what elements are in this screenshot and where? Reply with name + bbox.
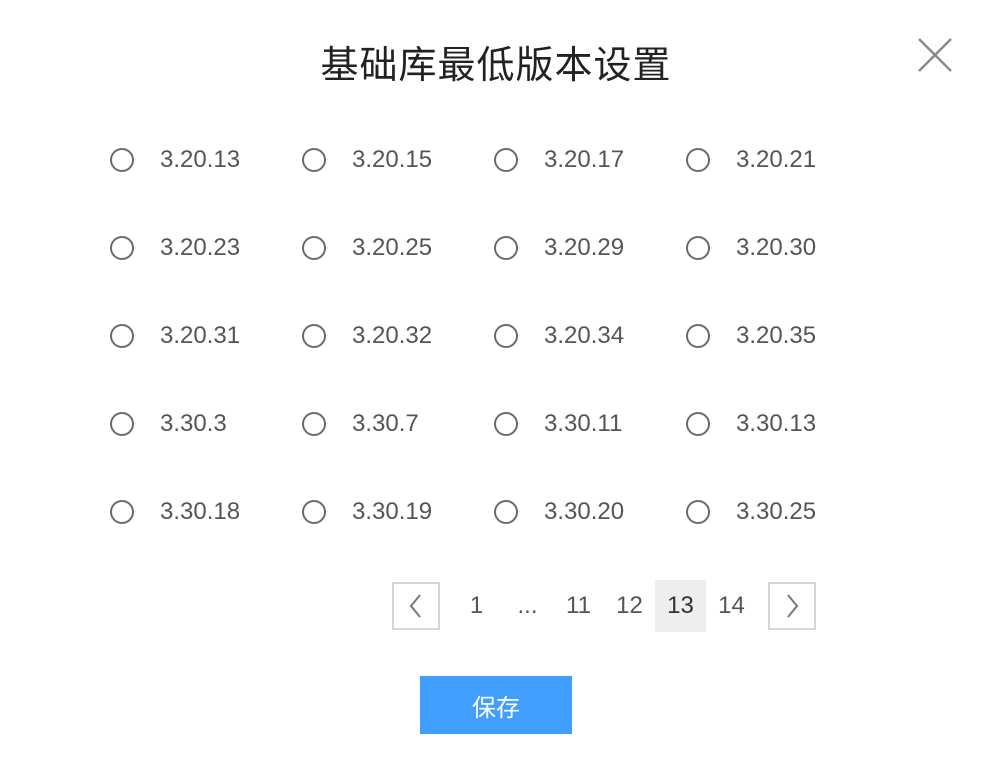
option-row: 3.30.3 3.30.7 3.30.11 3.30.13 xyxy=(110,394,910,482)
version-label: 3.30.25 xyxy=(736,498,817,525)
version-label: 3.20.23 xyxy=(160,234,241,261)
version-option[interactable]: 3.20.13 xyxy=(110,130,302,190)
prev-page-button[interactable] xyxy=(392,582,440,630)
dialog-title: 基础库最低版本设置 xyxy=(320,43,672,87)
version-label: 3.30.3 xyxy=(160,410,227,437)
version-option[interactable]: 3.30.3 xyxy=(110,394,302,454)
version-label: 3.20.30 xyxy=(736,234,817,261)
version-label: 3.20.17 xyxy=(544,146,625,173)
radio-circle[interactable] xyxy=(494,412,518,436)
radio-circle[interactable] xyxy=(686,236,710,260)
version-option[interactable]: 3.30.13 xyxy=(686,394,878,454)
version-option[interactable]: 3.20.31 xyxy=(110,306,302,366)
radio-circle[interactable] xyxy=(494,236,518,260)
option-row: 3.30.18 3.30.19 3.30.20 3.30.25 xyxy=(110,482,910,570)
version-label: 3.20.29 xyxy=(544,234,625,261)
radio-circle[interactable] xyxy=(494,500,518,524)
option-row: 3.20.23 3.20.25 3.20.29 3.20.30 xyxy=(110,218,910,306)
version-label: 3.20.25 xyxy=(352,234,433,261)
option-row: 3.20.31 3.20.32 3.20.34 3.20.35 xyxy=(110,306,910,394)
page-button-current[interactable]: 13 xyxy=(655,580,706,632)
version-label: 3.20.21 xyxy=(736,146,817,173)
version-label: 3.20.35 xyxy=(736,322,817,349)
radio-circle[interactable] xyxy=(110,324,134,348)
save-button[interactable]: 保存 xyxy=(420,676,572,734)
page-button-1[interactable]: 1 xyxy=(451,580,502,632)
version-label: 3.20.31 xyxy=(160,322,241,349)
version-label: 3.20.13 xyxy=(160,146,241,173)
page-button-11[interactable]: 11 xyxy=(553,580,604,632)
version-label: 3.30.20 xyxy=(544,498,625,525)
radio-circle[interactable] xyxy=(686,412,710,436)
version-option[interactable]: 3.20.21 xyxy=(686,130,878,190)
version-option[interactable]: 3.20.35 xyxy=(686,306,878,366)
radio-circle[interactable] xyxy=(494,148,518,172)
version-label: 3.20.32 xyxy=(352,322,433,349)
radio-circle[interactable] xyxy=(686,148,710,172)
radio-circle[interactable] xyxy=(302,412,326,436)
version-option[interactable]: 3.30.11 xyxy=(494,394,686,454)
version-option[interactable]: 3.30.20 xyxy=(494,482,686,542)
option-row: 3.20.13 3.20.15 3.20.17 3.20.21 xyxy=(110,130,910,218)
version-option[interactable]: 3.20.32 xyxy=(302,306,494,366)
page-ellipsis: ... xyxy=(517,592,538,619)
radio-circle[interactable] xyxy=(302,148,326,172)
version-option[interactable]: 3.20.34 xyxy=(494,306,686,366)
version-option[interactable]: 3.20.23 xyxy=(110,218,302,278)
version-option[interactable]: 3.20.29 xyxy=(494,218,686,278)
pagination: 1 ... 11 12 13 14 xyxy=(392,580,816,632)
version-dialog: 基础库最低版本设置 3.20.13 3.20.15 3.20.17 3.20.2… xyxy=(0,0,992,782)
version-label: 3.20.15 xyxy=(352,146,433,173)
version-option[interactable]: 3.20.17 xyxy=(494,130,686,190)
version-label: 3.30.11 xyxy=(544,410,623,437)
radio-circle[interactable] xyxy=(110,500,134,524)
version-option[interactable]: 3.30.25 xyxy=(686,482,878,542)
radio-circle[interactable] xyxy=(494,324,518,348)
radio-circle[interactable] xyxy=(110,148,134,172)
close-icon xyxy=(918,38,952,72)
page-button-12[interactable]: 12 xyxy=(604,580,655,632)
version-option[interactable]: 3.20.15 xyxy=(302,130,494,190)
radio-circle[interactable] xyxy=(686,500,710,524)
chevron-left-icon xyxy=(409,594,421,618)
radio-circle[interactable] xyxy=(686,324,710,348)
version-label: 3.30.7 xyxy=(352,410,419,437)
radio-circle[interactable] xyxy=(110,412,134,436)
version-option[interactable]: 3.30.7 xyxy=(302,394,494,454)
version-radio-group: 3.20.13 3.20.15 3.20.17 3.20.21 3.20.23 … xyxy=(110,130,910,570)
close-button[interactable] xyxy=(916,36,954,74)
version-option[interactable]: 3.30.18 xyxy=(110,482,302,542)
radio-circle[interactable] xyxy=(302,236,326,260)
radio-circle[interactable] xyxy=(302,500,326,524)
version-label: 3.30.13 xyxy=(736,410,817,437)
version-label: 3.20.34 xyxy=(544,322,625,349)
next-page-button[interactable] xyxy=(768,582,816,630)
radio-circle[interactable] xyxy=(110,236,134,260)
version-option[interactable]: 3.30.19 xyxy=(302,482,494,542)
version-label: 3.30.18 xyxy=(160,498,241,525)
version-option[interactable]: 3.20.30 xyxy=(686,218,878,278)
version-label: 3.30.19 xyxy=(352,498,433,525)
version-option[interactable]: 3.20.25 xyxy=(302,218,494,278)
radio-circle[interactable] xyxy=(302,324,326,348)
chevron-right-icon xyxy=(787,594,799,618)
page-button-14[interactable]: 14 xyxy=(706,580,757,632)
